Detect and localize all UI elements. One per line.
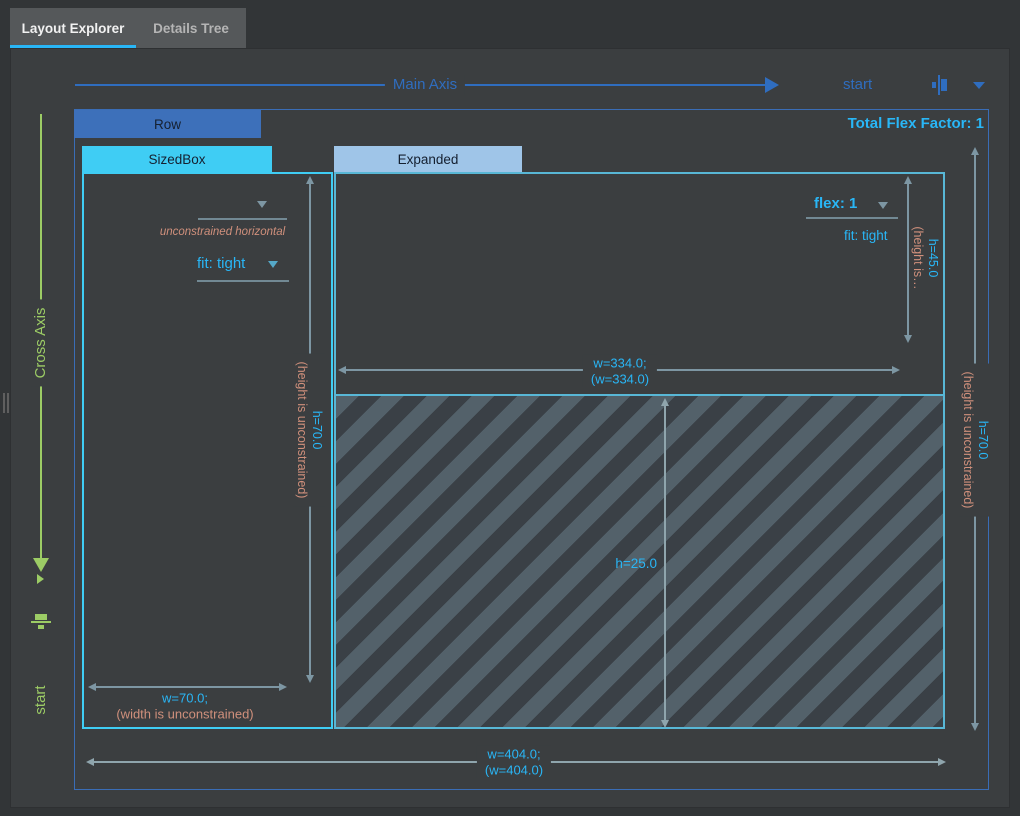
free-space-height-arrow	[660, 399, 670, 727]
main-axis-alignment-value[interactable]: start	[843, 76, 872, 93]
panel-splitter-grip[interactable]	[3, 393, 5, 413]
row-widget-title: Row	[154, 117, 181, 132]
sizedbox-height-measure-label: h=70.0 (height is unconstrained)	[293, 354, 325, 507]
cross-axis-alignment-value[interactable]: start	[32, 685, 50, 714]
sizedbox-fit-dropdown-underline	[197, 280, 289, 282]
expanded-height-measure-label: h=45.0 (height is…	[910, 226, 940, 289]
expanded-widget-tab[interactable]: Expanded	[334, 146, 522, 172]
expanded-fit-label: fit: tight	[844, 228, 888, 243]
cross-axis-alignment-chevron-icon[interactable]	[37, 574, 44, 584]
sizedbox-widget-title: SizedBox	[148, 152, 205, 167]
main-axis-arrowhead-icon	[765, 77, 779, 93]
sizedbox-fit-dropdown[interactable]: fit: tight	[197, 255, 245, 272]
main-axis-alignment-chevron-down-icon[interactable]	[973, 82, 985, 89]
tab-layout-explorer-label: Layout Explorer	[22, 21, 125, 36]
sizedbox-size-chevron-down-icon[interactable]	[257, 201, 267, 208]
row-height-measure-label: h=70.0 (height is unconstrained)	[959, 364, 991, 517]
row-widget-tab[interactable]: Row	[74, 110, 261, 138]
total-flex-factor-label: Total Flex Factor: 1	[848, 115, 984, 132]
cross-axis-arrowhead-icon	[33, 558, 49, 572]
panel-splitter-grip-2[interactable]	[7, 393, 9, 413]
cross-axis-label: Cross Axis	[31, 300, 51, 387]
sizedbox-size-hint: unconstrained horizontal	[150, 226, 295, 238]
tab-layout-explorer[interactable]: Layout Explorer	[10, 8, 136, 48]
row-width-measure-label: w=404.0; (w=404.0)	[477, 745, 551, 778]
expanded-width-measure-label: w=334.0; (w=334.0)	[583, 354, 657, 387]
free-space-height-label: h=25.0	[602, 556, 657, 571]
expanded-flex-chevron-down-icon[interactable]	[878, 202, 888, 209]
expanded-flex-dropdown[interactable]: flex: 1	[814, 195, 857, 212]
tab-details-tree[interactable]: Details Tree	[136, 8, 246, 48]
sizedbox-fit-chevron-down-icon[interactable]	[268, 261, 278, 268]
sizedbox-width-measure-label: w=70.0; (width is unconstrained)	[116, 690, 253, 721]
tab-details-tree-label: Details Tree	[153, 21, 229, 36]
sizedbox-widget-tab[interactable]: SizedBox	[82, 146, 272, 172]
main-axis-label: Main Axis	[385, 75, 465, 95]
expanded-flex-dropdown-underline	[806, 217, 898, 219]
expanded-widget-title: Expanded	[398, 152, 459, 167]
main-axis-alignment-icon[interactable]	[928, 74, 950, 96]
expanded-child-divider	[336, 394, 943, 396]
sizedbox-size-dropdown-underline	[198, 218, 287, 220]
cross-axis-alignment-icon[interactable]	[30, 611, 52, 633]
